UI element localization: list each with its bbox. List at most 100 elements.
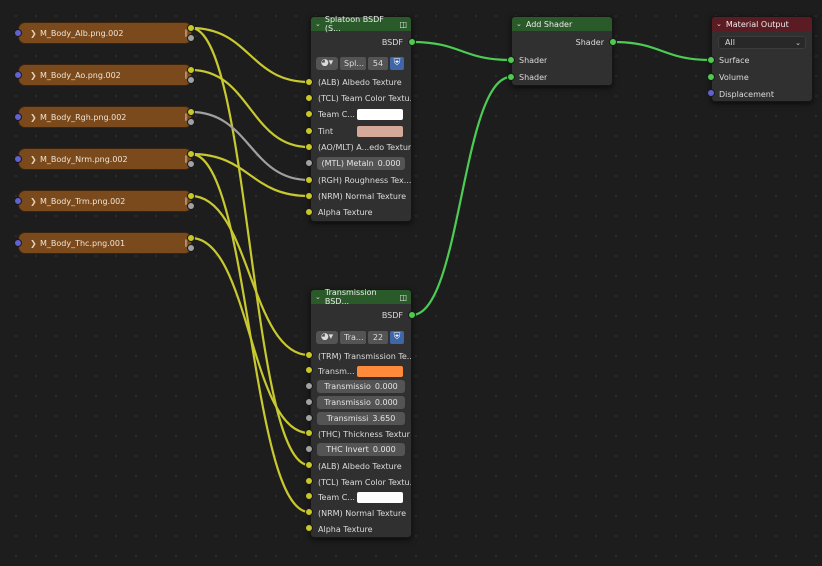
material-output-node[interactable]: ⌄ Material Output All ⌄ Surface Volume D…	[711, 16, 813, 102]
socket-transmission-input[interactable]	[305, 508, 313, 516]
node-title: Splatoon BSDF (S...	[324, 15, 384, 33]
transmission-color-swatch[interactable]	[357, 366, 403, 377]
socket-splatoon-input[interactable]	[305, 110, 313, 118]
transmission-bsdf-node[interactable]: ⌄ Transmission BSD... ◫ BSDF ◕▾ Tra... 2…	[310, 288, 412, 538]
socket-splatoon-input[interactable]	[305, 192, 313, 200]
socket-add-shader-output[interactable]	[609, 38, 617, 46]
socket-splatoon-bsdf-output[interactable]	[408, 38, 416, 46]
node-group-selector[interactable]: ◕▾ Tra... 22 ⛨	[316, 330, 404, 344]
chevron-down-icon[interactable]: ⌄	[315, 20, 321, 28]
shield-icon[interactable]: ⛨	[390, 330, 404, 344]
image-node-alb[interactable]: ❯ M_Body_Alb.png.002 ‖	[18, 22, 192, 44]
chevron-right-icon[interactable]: ❯	[30, 155, 40, 164]
socket-transmission-float-input[interactable]	[305, 414, 313, 422]
socket-image-alpha-output[interactable]	[187, 202, 195, 210]
chevron-down-icon[interactable]: ⌄	[516, 20, 522, 28]
socket-transmission-float-input[interactable]	[305, 398, 313, 406]
socket-image-vector-input[interactable]	[14, 197, 22, 205]
socket-add-shader-input[interactable]	[507, 73, 515, 81]
socket-image-alpha-output[interactable]	[187, 76, 195, 84]
socket-splatoon-metal-input[interactable]	[305, 159, 313, 167]
chevron-down-icon[interactable]: ⌄	[716, 20, 722, 28]
socket-displacement-input[interactable]	[707, 89, 715, 97]
socket-image-color-output[interactable]	[187, 192, 195, 200]
socket-splatoon-input[interactable]	[305, 208, 313, 216]
sphere-icon[interactable]: ◕▾	[316, 56, 338, 70]
chevron-right-icon[interactable]: ❯	[30, 239, 40, 248]
node-header[interactable]: ⌄ Material Output	[712, 17, 812, 31]
socket-splatoon-input[interactable]	[305, 143, 313, 151]
transmission-field-3[interactable]: Transmissi 3.650	[317, 412, 405, 425]
socket-transmission-input[interactable]	[305, 492, 313, 500]
team-color-swatch[interactable]	[357, 492, 403, 503]
socket-transmission-bsdf-output[interactable]	[408, 311, 416, 319]
metalness-field[interactable]: (MTL) Metaln 0.000	[317, 157, 405, 170]
socket-splatoon-input[interactable]	[305, 127, 313, 135]
socket-transmission-input[interactable]	[305, 461, 313, 469]
group-name-field[interactable]: Spl...	[340, 56, 366, 70]
socket-image-alpha-output[interactable]	[187, 244, 195, 252]
socket-image-vector-input[interactable]	[14, 113, 22, 121]
socket-transmission-input[interactable]	[305, 429, 313, 437]
chevron-down-icon[interactable]: ⌄	[315, 293, 321, 301]
socket-image-alpha-output[interactable]	[187, 118, 195, 126]
socket-image-vector-input[interactable]	[14, 29, 22, 37]
node-group-icon[interactable]: ◫	[399, 20, 407, 29]
socket-transmission-input[interactable]	[305, 477, 313, 485]
socket-image-color-output[interactable]	[187, 234, 195, 242]
socket-surface-input[interactable]	[707, 56, 715, 64]
target-dropdown[interactable]: All ⌄	[718, 36, 806, 49]
chevron-right-icon[interactable]: ❯	[30, 29, 40, 38]
socket-image-vector-input[interactable]	[14, 239, 22, 247]
socket-transmission-float-input[interactable]	[305, 445, 313, 453]
transmission-field-1[interactable]: Transmissio 0.000	[317, 380, 405, 393]
splatoon-bsdf-node[interactable]: ⌄ Splatoon BSDF (S... ◫ BSDF ◕▾ Spl... 5…	[310, 15, 412, 222]
socket-transmission-input[interactable]	[305, 524, 313, 532]
group-name-field[interactable]: Tra...	[340, 330, 366, 344]
socket-image-alpha-output[interactable]	[187, 34, 195, 42]
transmission-field-2[interactable]: Transmissio 0.000	[317, 396, 405, 409]
socket-image-vector-input[interactable]	[14, 71, 22, 79]
socket-image-vector-input[interactable]	[14, 155, 22, 163]
user-count[interactable]: 54	[368, 56, 388, 70]
chevron-right-icon[interactable]: ❯	[30, 113, 40, 122]
image-node-ao[interactable]: ❯ M_Body_Ao.png.002 ‖	[18, 64, 192, 86]
socket-label: Surface	[719, 55, 750, 65]
image-node-trm[interactable]: ❯ M_Body_Trm.png.002 ‖	[18, 190, 192, 212]
image-node-thc[interactable]: ❯ M_Body_Thc.png.001 ‖	[18, 232, 192, 254]
image-node-nrm[interactable]: ❯ M_Body_Nrm.png.002 ‖	[18, 148, 192, 170]
socket-image-color-output[interactable]	[187, 24, 195, 32]
node-header[interactable]: ⌄ Add Shader	[512, 17, 612, 31]
socket-add-shader-input[interactable]	[507, 56, 515, 64]
socket-image-color-output[interactable]	[187, 66, 195, 74]
socket-image-alpha-output[interactable]	[187, 160, 195, 168]
socket-image-color-output[interactable]	[187, 108, 195, 116]
socket-transmission-input[interactable]	[305, 366, 313, 374]
socket-label: BSDF	[381, 310, 403, 320]
sphere-icon[interactable]: ◕▾	[316, 330, 338, 344]
thc-invert-field[interactable]: THC Invert 0.000	[317, 443, 405, 456]
tint-swatch[interactable]	[357, 126, 403, 137]
chevron-right-icon[interactable]: ❯	[30, 71, 40, 80]
node-header[interactable]: ⌄ Transmission BSD... ◫	[311, 288, 411, 306]
node-group-selector[interactable]: ◕▾ Spl... 54 ⛨	[316, 56, 404, 70]
socket-splatoon-input[interactable]	[305, 78, 313, 86]
add-shader-node[interactable]: ⌄ Add Shader Shader Shader Shader	[511, 16, 613, 86]
socket-volume-input[interactable]	[707, 73, 715, 81]
socket-transmission-input[interactable]	[305, 351, 313, 359]
node-group-icon[interactable]: ◫	[399, 293, 407, 302]
output-bsdf: BSDF	[311, 35, 411, 49]
node-header[interactable]: ⌄ Splatoon BSDF (S... ◫	[311, 15, 411, 33]
socket-label: (TRM) Transmission Te...	[318, 351, 411, 361]
socket-image-color-output[interactable]	[187, 150, 195, 158]
chevron-right-icon[interactable]: ❯	[30, 197, 40, 206]
image-node-rgh[interactable]: ❯ M_Body_Rgh.png.002 ‖	[18, 106, 192, 128]
socket-transmission-float-input[interactable]	[305, 382, 313, 390]
team-color-swatch[interactable]	[357, 109, 403, 120]
socket-label: BSDF	[381, 37, 403, 47]
socket-label: (NRM) Normal Texture	[318, 191, 407, 201]
socket-splatoon-input[interactable]	[305, 176, 313, 184]
socket-splatoon-input[interactable]	[305, 94, 313, 102]
user-count[interactable]: 22	[368, 330, 388, 344]
shield-icon[interactable]: ⛨	[390, 56, 404, 70]
